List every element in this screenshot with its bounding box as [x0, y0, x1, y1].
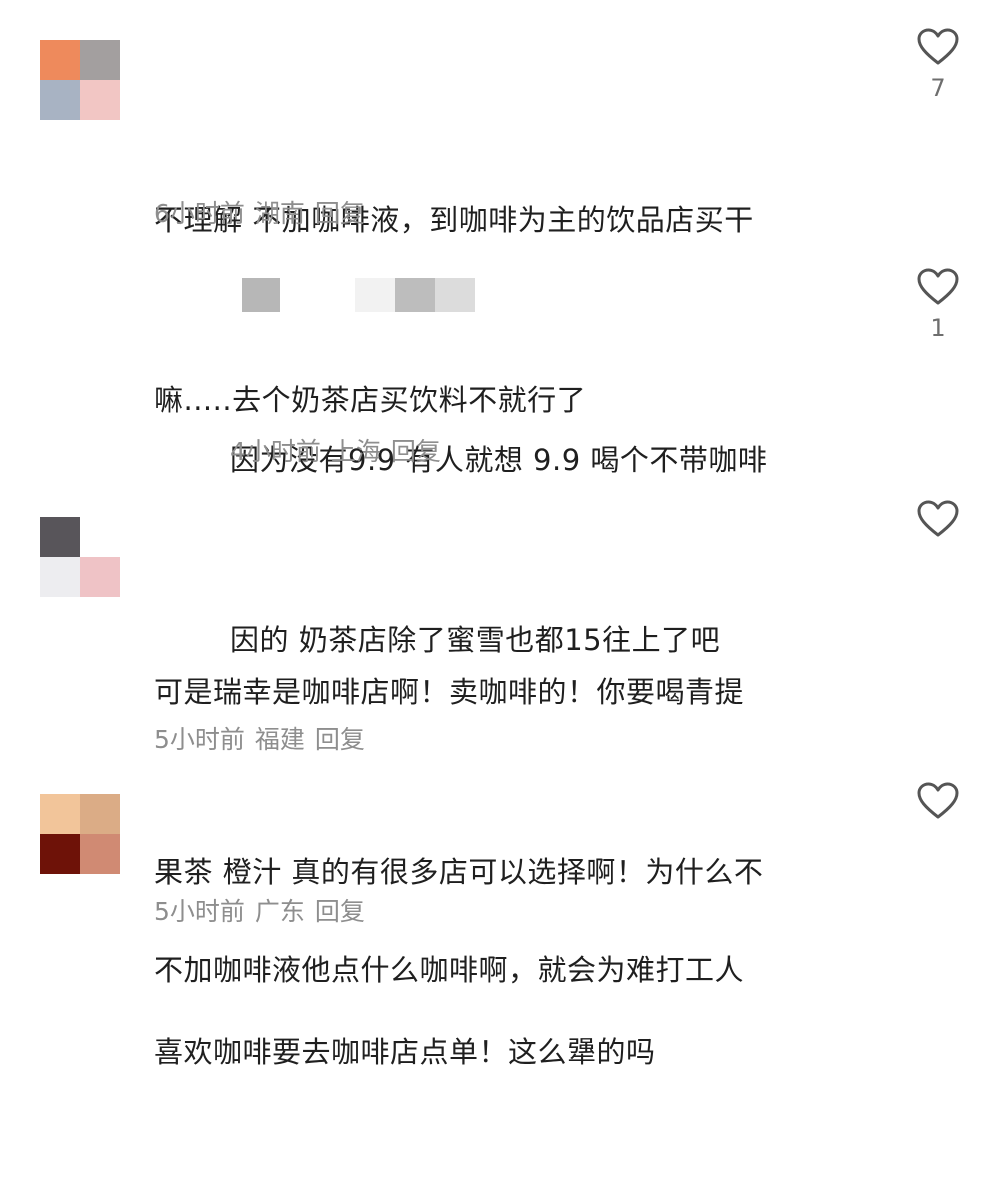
avatar[interactable]: [40, 794, 120, 874]
heart-icon: [917, 782, 959, 819]
comment-text: 不加咖啡液他点什么咖啡啊，就会为难打工人: [154, 820, 744, 1120]
avatar-pixel: [80, 80, 120, 120]
like-count: 1: [930, 314, 946, 342]
comment-item: 不理解 不加咖啡液，到咖啡为主的饮品店买干 嘛.....去个奶茶店买饮料不就行了…: [0, 0, 1000, 417]
avatar-pixel: [80, 834, 120, 874]
avatar[interactable]: [40, 517, 120, 597]
avatar-pixel: [80, 557, 120, 597]
avatar-pixel: [40, 834, 80, 874]
timestamp: 5小时前: [154, 725, 245, 754]
like-button[interactable]: [908, 782, 968, 828]
blurred-username: [230, 278, 480, 312]
like-button[interactable]: [908, 500, 968, 546]
avatar-pixel: [80, 794, 120, 834]
avatar-pixel: [40, 80, 80, 120]
reply-button[interactable]: 回复: [315, 897, 365, 926]
avatar-pixel: [40, 40, 80, 80]
avatar-pixel: [40, 557, 80, 597]
location: 广东: [254, 897, 305, 926]
comment-item: 可是瑞幸是咖啡店啊！卖咖啡的！你要喝青提 果茶 橙汁 真的有很多店可以选择啊！为…: [0, 490, 1000, 1069]
avatar[interactable]: [40, 40, 120, 120]
location: 上海: [330, 437, 381, 466]
reply-button[interactable]: 回复: [391, 437, 441, 466]
comment-meta: 5小时前 福建 回复: [154, 720, 375, 756]
comment-meta: 6小时前 湖南 回复: [154, 194, 375, 230]
heart-icon: [917, 268, 959, 305]
avatar-pixel: [40, 794, 80, 834]
location: 湖南: [254, 199, 305, 228]
timestamp: 4小时前: [230, 437, 321, 466]
heart-icon: [917, 500, 959, 537]
comment-meta: 4小时前 上海 回复: [230, 432, 451, 468]
comment-line: 可是瑞幸是咖啡店啊！卖咖啡的！你要喝青提: [154, 675, 745, 709]
comment-line: 不加咖啡液他点什么咖啡啊，就会为难打工人: [154, 953, 745, 987]
reply-item: 因为没有9.9 有人就想 9.9 喝个不带咖啡 因的 奶茶店除了蜜雪也都15往上…: [0, 240, 1000, 657]
comment-item: 不加咖啡液他点什么咖啡啊，就会为难打工人 5小时前 广东 回复: [0, 770, 1000, 987]
timestamp: 5小时前: [154, 897, 245, 926]
avatar-pixel: [80, 517, 120, 557]
like-button[interactable]: 1: [908, 268, 968, 342]
location: 福建: [254, 725, 305, 754]
reply-button[interactable]: 回复: [315, 199, 365, 228]
like-count: 7: [930, 74, 946, 102]
avatar-pixel: [40, 517, 80, 557]
like-button[interactable]: 7: [908, 28, 968, 102]
reply-button[interactable]: 回复: [315, 725, 365, 754]
avatar-pixel: [80, 40, 120, 80]
heart-icon: [917, 28, 959, 65]
timestamp: 6小时前: [154, 199, 245, 228]
comment-meta: 5小时前 广东 回复: [154, 892, 375, 928]
